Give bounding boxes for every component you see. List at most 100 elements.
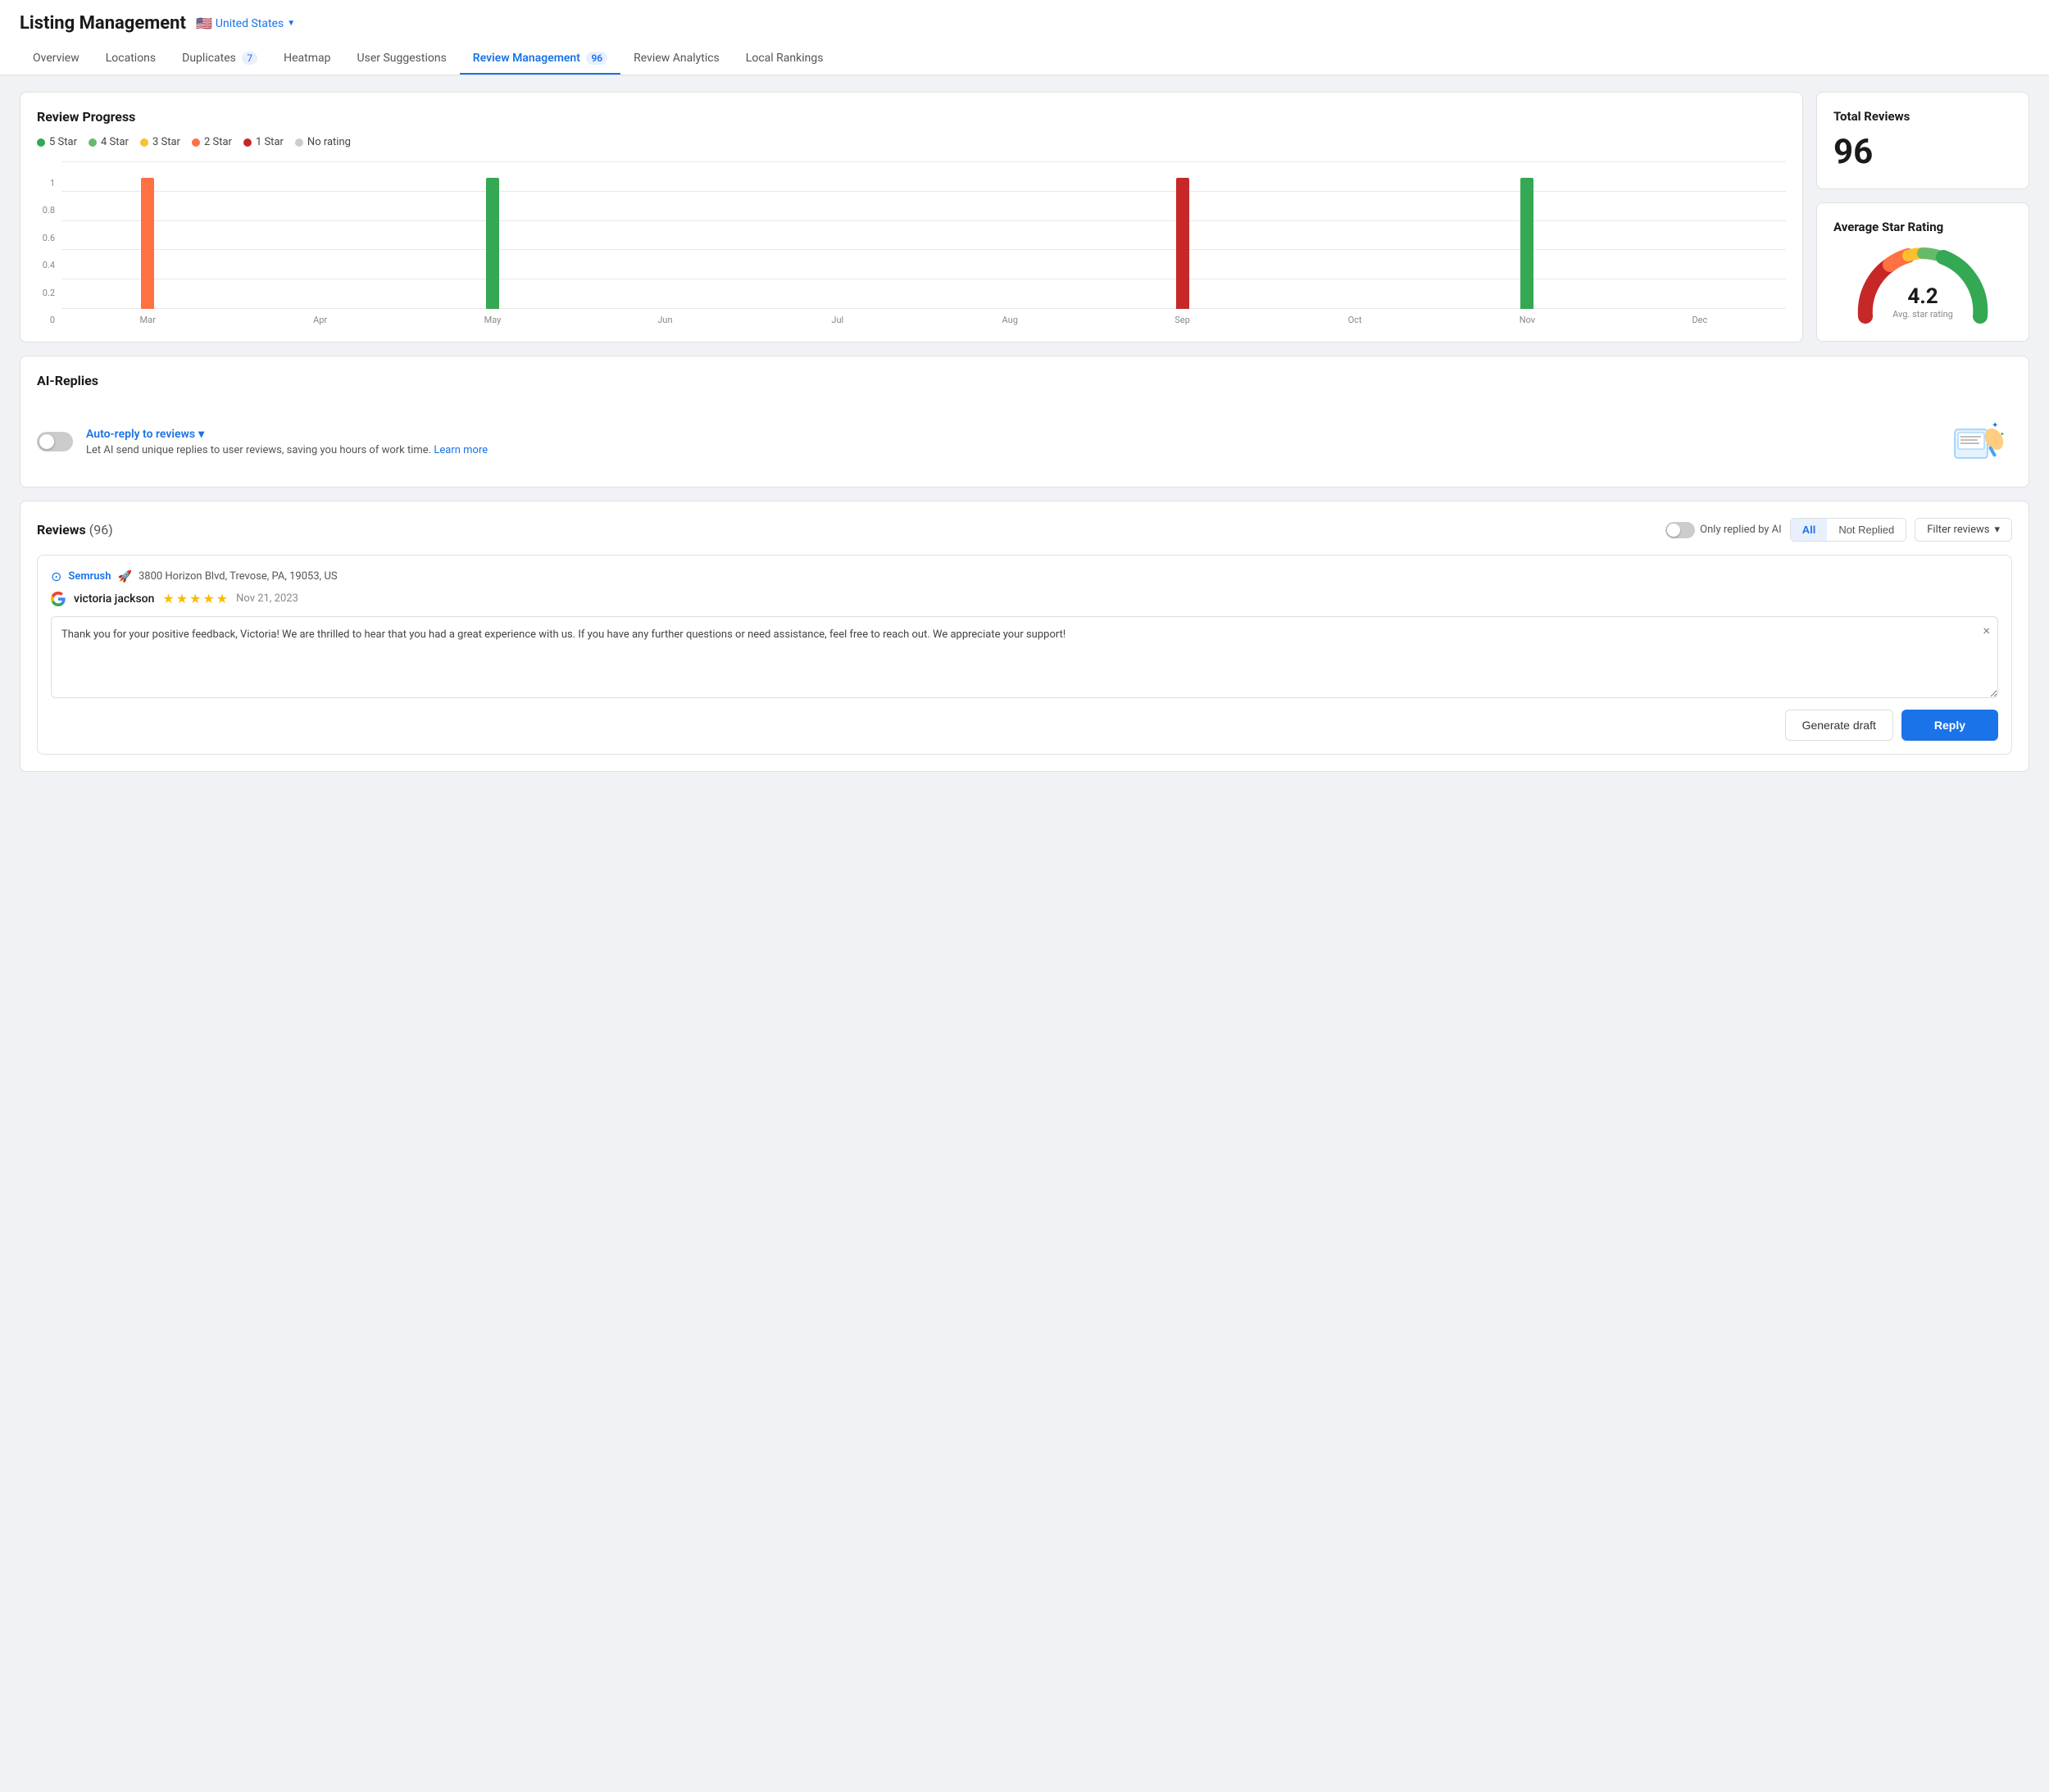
legend-dot-3star bbox=[140, 138, 148, 147]
review-location: ⊙ Semrush 🚀 3800 Horizon Blvd, Trevose, … bbox=[51, 569, 1998, 584]
main-content: Review Progress 5 Star 4 Star 3 Star bbox=[0, 75, 2049, 788]
ai-replies-desc-text: Let AI send unique replies to user revie… bbox=[86, 444, 431, 456]
bar-mar bbox=[61, 178, 234, 309]
svg-text:✦: ✦ bbox=[1992, 421, 1998, 430]
x-label-nov: Nov bbox=[1441, 315, 1613, 325]
avg-rating-card: Average Star Rating bbox=[1816, 202, 2029, 342]
ai-replies-title: AI-Replies bbox=[37, 373, 98, 388]
auto-reply-link[interactable]: Auto-reply to reviews ▾ bbox=[86, 428, 1933, 441]
filter-chevron-icon: ▾ bbox=[1994, 524, 2000, 536]
total-reviews-title: Total Reviews bbox=[1833, 109, 2012, 124]
y-label-0: 0 bbox=[37, 315, 55, 325]
star-1: ★ bbox=[162, 591, 174, 606]
tab-not-replied-btn[interactable]: Not Replied bbox=[1827, 519, 1906, 541]
only-ai-toggle-switch[interactable] bbox=[1665, 522, 1695, 538]
legend-5star: 5 Star bbox=[37, 136, 77, 148]
rocket-emoji: 🚀 bbox=[118, 570, 132, 583]
auto-reply-label: Auto-reply to reviews bbox=[86, 428, 195, 441]
reviews-card: Reviews (96) Only replied by AI All Not … bbox=[20, 501, 2029, 772]
total-reviews-number: 96 bbox=[1833, 132, 2012, 172]
legend-dot-5star bbox=[37, 138, 45, 147]
filter-reviews-dropdown[interactable]: Filter reviews ▾ bbox=[1915, 518, 2012, 542]
review-management-badge: 96 bbox=[586, 52, 607, 65]
tab-duplicates[interactable]: Duplicates 7 bbox=[169, 43, 270, 75]
header-top: Listing Management 🇺🇸 United States ▼ bbox=[20, 13, 2029, 34]
chart-area: Mar Apr May Jun Jul Aug Sep Oct Nov Dec bbox=[61, 161, 1786, 325]
star-5: ★ bbox=[216, 591, 228, 606]
bar-nov-fill bbox=[1520, 178, 1533, 309]
x-label-dec: Dec bbox=[1614, 315, 1786, 325]
reviews-label: Reviews bbox=[37, 522, 86, 538]
nav-tabs: Overview Locations Duplicates 7 Heatmap … bbox=[20, 43, 2029, 75]
y-label-1: 1 bbox=[37, 178, 55, 188]
country-selector[interactable]: 🇺🇸 United States ▼ bbox=[196, 16, 295, 31]
top-row: Review Progress 5 Star 4 Star 3 Star bbox=[20, 92, 2029, 343]
only-ai-toggle-thumb bbox=[1667, 524, 1680, 537]
auto-reply-toggle[interactable] bbox=[37, 432, 73, 451]
reply-textarea[interactable] bbox=[51, 616, 1998, 698]
tab-all-btn[interactable]: All bbox=[1791, 519, 1828, 541]
only-ai-label: Only replied by AI bbox=[1700, 524, 1782, 536]
ai-replies-content: Auto-reply to reviews ▾ Let AI send uniq… bbox=[37, 413, 2012, 470]
legend-dot-1star bbox=[243, 138, 252, 147]
gauge-svg-wrapper: 4.2 Avg. star rating bbox=[1849, 243, 1997, 324]
gauge-value: 4.2 bbox=[1892, 286, 1953, 307]
location-address: 3800 Horizon Blvd, Trevose, PA, 19053, U… bbox=[139, 570, 338, 583]
tab-review-analytics[interactable]: Review Analytics bbox=[620, 43, 733, 75]
tab-local-rankings[interactable]: Local Rankings bbox=[733, 43, 837, 75]
toggle-thumb bbox=[39, 434, 54, 449]
x-label-oct: Oct bbox=[1269, 315, 1441, 325]
reply-box: × Generate draft Reply bbox=[51, 616, 1998, 741]
ai-replies-desc: Let AI send unique replies to user revie… bbox=[86, 444, 1933, 456]
total-reviews-card: Total Reviews 96 bbox=[1816, 92, 2029, 189]
ai-replies-text: Auto-reply to reviews ▾ Let AI send uniq… bbox=[86, 428, 1933, 456]
tab-user-suggestions[interactable]: User Suggestions bbox=[344, 43, 460, 75]
avg-rating-title: Average Star Rating bbox=[1833, 220, 2012, 234]
legend-dot-2star bbox=[192, 138, 200, 147]
reply-actions: Generate draft Reply bbox=[51, 710, 1998, 741]
review-item: ⊙ Semrush 🚀 3800 Horizon Blvd, Trevose, … bbox=[37, 555, 2012, 755]
generate-draft-button[interactable]: Generate draft bbox=[1785, 710, 1893, 741]
header: Listing Management 🇺🇸 United States ▼ Ov… bbox=[0, 0, 2049, 75]
tab-overview[interactable]: Overview bbox=[20, 43, 93, 75]
ai-replies-card: AI-Replies Auto-reply to reviews ▾ Let A… bbox=[20, 356, 2029, 488]
legend-2star: 2 Star bbox=[192, 136, 232, 148]
svg-text:✦: ✦ bbox=[2000, 431, 2005, 438]
x-label-may: May bbox=[407, 315, 579, 325]
tab-heatmap[interactable]: Heatmap bbox=[270, 43, 343, 75]
review-progress-card: Review Progress 5 Star 4 Star 3 Star bbox=[20, 92, 1803, 343]
y-label-04: 0.4 bbox=[37, 260, 55, 270]
y-label-02: 0.2 bbox=[37, 288, 55, 298]
location-pin-icon: ⊙ bbox=[51, 569, 61, 584]
x-labels: Mar Apr May Jun Jul Aug Sep Oct Nov Dec bbox=[61, 315, 1786, 325]
chevron-down-icon: ▼ bbox=[287, 19, 295, 28]
y-label-06: 0.6 bbox=[37, 233, 55, 243]
x-label-apr: Apr bbox=[234, 315, 406, 325]
tab-locations[interactable]: Locations bbox=[93, 43, 169, 75]
legend-3star: 3 Star bbox=[140, 136, 180, 148]
filter-tab-group: All Not Replied bbox=[1790, 518, 1907, 542]
learn-more-link[interactable]: Learn more bbox=[434, 444, 488, 456]
tab-duplicates-label: Duplicates bbox=[182, 52, 236, 65]
app-title: Listing Management bbox=[20, 13, 186, 34]
legend-4star: 4 Star bbox=[89, 136, 129, 148]
legend-label-5star: 5 Star bbox=[49, 136, 77, 148]
gauge-text: 4.2 Avg. star rating bbox=[1892, 286, 1953, 320]
close-textarea-btn[interactable]: × bbox=[1983, 623, 1990, 638]
x-label-jul: Jul bbox=[752, 315, 924, 325]
legend-label-2star: 2 Star bbox=[204, 136, 232, 148]
only-ai-toggle-container: Only replied by AI bbox=[1665, 522, 1782, 538]
bar-may-fill bbox=[486, 178, 499, 309]
duplicates-badge: 7 bbox=[242, 52, 257, 65]
star-3: ★ bbox=[189, 591, 201, 606]
reviewer-name: victoria jackson bbox=[74, 592, 154, 606]
tab-review-management[interactable]: Review Management 96 bbox=[460, 43, 620, 75]
legend-norating: No rating bbox=[295, 136, 351, 148]
flag-icon: 🇺🇸 bbox=[196, 16, 212, 31]
legend-label-3star: 3 Star bbox=[152, 136, 180, 148]
google-icon bbox=[51, 592, 66, 606]
right-stats: Total Reviews 96 Average Star Rating bbox=[1816, 92, 2029, 342]
reply-button[interactable]: Reply bbox=[1901, 710, 1998, 741]
filter-reviews-label: Filter reviews bbox=[1927, 524, 1989, 536]
star-4: ★ bbox=[202, 591, 214, 606]
